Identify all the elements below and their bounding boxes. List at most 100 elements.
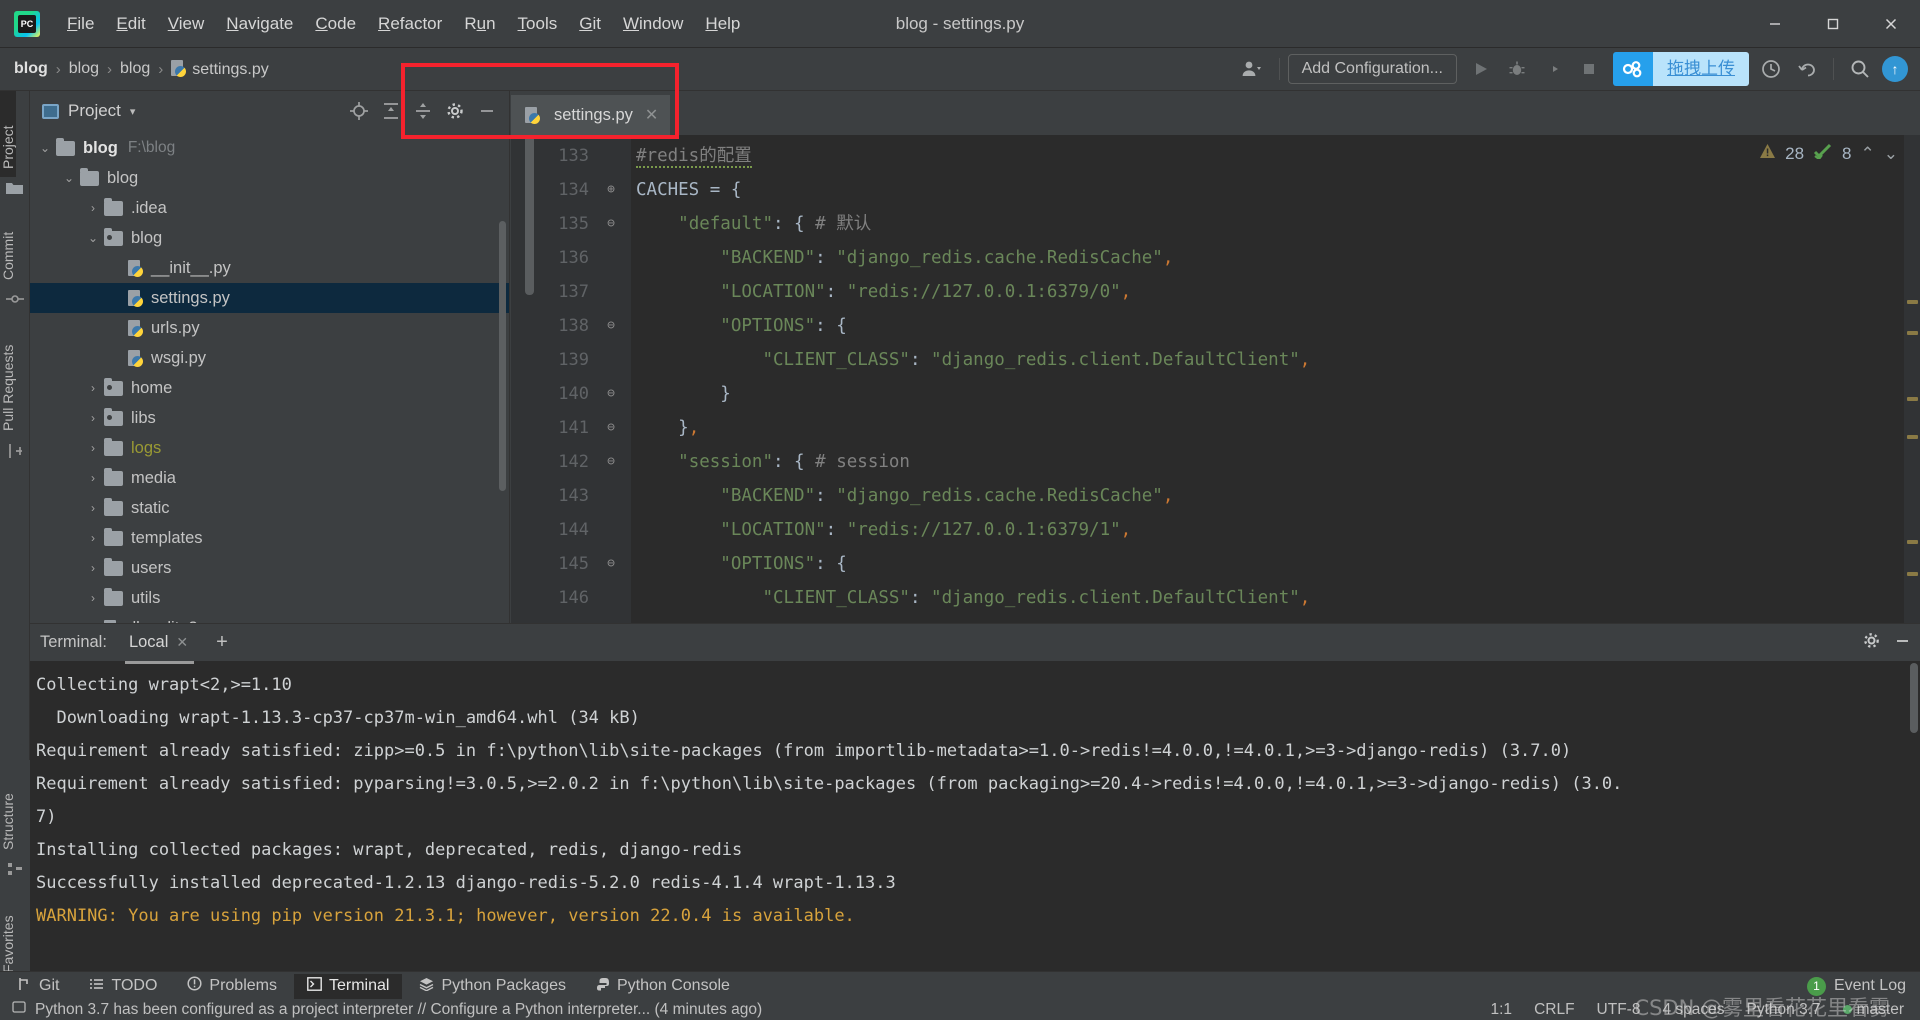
upload-widget[interactable]: 拖拽上传: [1613, 52, 1749, 86]
code-fold-icon[interactable]: ⊖: [603, 309, 619, 343]
code-line-138[interactable]: 138 ⊖ "OPTIONS": {: [511, 309, 1920, 343]
git-branch[interactable]: master: [1842, 1001, 1904, 1019]
new-terminal-tab-button[interactable]: +: [216, 631, 228, 654]
tree-node-static[interactable]: › static: [30, 493, 509, 523]
tree-expand-arrow[interactable]: ⌄: [58, 171, 80, 185]
tree-expand-arrow[interactable]: ›: [82, 531, 104, 545]
marker-warning[interactable]: [1907, 540, 1918, 544]
expand-all-icon[interactable]: [377, 97, 405, 125]
marker-warning[interactable]: [1907, 397, 1918, 401]
close-icon[interactable]: ✕: [645, 105, 658, 125]
tree-node--idea[interactable]: › .idea: [30, 193, 509, 223]
menu-item-view[interactable]: View: [157, 10, 216, 38]
tree-expand-arrow[interactable]: ›: [82, 471, 104, 485]
marker-warning[interactable]: [1907, 572, 1918, 576]
tree-expand-arrow[interactable]: ›: [82, 381, 104, 395]
breadcrumb-item-2[interactable]: blog: [120, 60, 150, 78]
tree-expand-arrow[interactable]: ›: [82, 561, 104, 575]
tree-node-wsgi-py[interactable]: wsgi.py: [30, 343, 509, 373]
code-line-145[interactable]: 145 ⊖ "OPTIONS": {: [511, 547, 1920, 581]
tree-expand-arrow[interactable]: ›: [82, 441, 104, 455]
code-line-135[interactable]: 135 ⊖ "default": { # 默认: [511, 207, 1920, 241]
file-encoding[interactable]: UTF-8: [1597, 1001, 1641, 1019]
editor-tab-settings-py[interactable]: settings.py ✕: [511, 95, 671, 139]
editor-marker-rail[interactable]: [1904, 135, 1920, 623]
breadcrumb-item-0[interactable]: blog: [14, 60, 48, 78]
run-coverage-icon[interactable]: [1536, 52, 1570, 86]
tool-window-button-todo[interactable]: TODO: [76, 974, 170, 999]
pull-request-icon[interactable]: [0, 439, 29, 466]
previous-highlight-icon[interactable]: ⌃: [1861, 144, 1875, 164]
code-line-136[interactable]: 136 "BACKEND": "django_redis.cache.Redis…: [511, 241, 1920, 275]
code-content[interactable]: 133 #redis的配置 134 ⊕ CACHES = {135 ⊖ "default"…: [511, 139, 1920, 615]
tool-window-button-terminal[interactable]: Terminal: [293, 973, 403, 999]
menu-item-help[interactable]: Help: [694, 10, 751, 38]
interpreter-setting[interactable]: Python 3.7: [1747, 1001, 1821, 1019]
menu-item-tools[interactable]: Tools: [507, 10, 569, 38]
tree-expand-arrow[interactable]: ›: [82, 501, 104, 515]
sidebar-tab-favorites[interactable]: Favorites: [0, 883, 16, 981]
tool-window-button-python-console[interactable]: Python Console: [583, 974, 743, 999]
tree-expand-arrow[interactable]: ⌄: [34, 141, 56, 155]
tree-node-utils[interactable]: › utils: [30, 583, 509, 613]
code-line-133[interactable]: 133 #redis的配置: [511, 139, 1920, 173]
collapse-all-icon[interactable]: [409, 97, 437, 125]
terminal-scrollbar[interactable]: [1910, 663, 1918, 733]
code-line-137[interactable]: 137 "LOCATION": "redis://127.0.0.1:6379/…: [511, 275, 1920, 309]
tree-node-settings-py[interactable]: settings.py: [30, 283, 509, 313]
menu-item-window[interactable]: Window: [612, 10, 694, 38]
code-line-144[interactable]: 144 "LOCATION": "redis://127.0.0.1:6379/…: [511, 513, 1920, 547]
code-line-143[interactable]: 143 "BACKEND": "django_redis.cache.Redis…: [511, 479, 1920, 513]
menu-item-navigate[interactable]: Navigate: [215, 10, 304, 38]
code-line-139[interactable]: 139 "CLIENT_CLASS": "django_redis.client…: [511, 343, 1920, 377]
indent-setting[interactable]: 4 spaces: [1662, 1001, 1724, 1019]
sidebar-tab-pull-requests[interactable]: Pull Requests: [0, 313, 16, 439]
code-fold-icon[interactable]: ⊖: [603, 445, 619, 479]
code-line-142[interactable]: 142 ⊖ "session": { # session: [511, 445, 1920, 479]
gear-icon[interactable]: [1862, 631, 1881, 655]
chevron-down-icon[interactable]: ▾: [130, 105, 136, 118]
minimize-icon[interactable]: [1893, 631, 1912, 655]
menu-item-file[interactable]: File: [56, 10, 105, 38]
menu-item-git[interactable]: Git: [568, 10, 612, 38]
code-line-140[interactable]: 140 ⊖ }: [511, 377, 1920, 411]
hide-panel-icon[interactable]: [473, 97, 501, 125]
tool-window-button-python-packages[interactable]: Python Packages: [406, 974, 579, 999]
menu-item-code[interactable]: Code: [304, 10, 367, 38]
marker-warning[interactable]: [1907, 331, 1918, 335]
tree-node-urls-py[interactable]: urls.py: [30, 313, 509, 343]
history-icon[interactable]: [1754, 52, 1788, 86]
breadcrumb-item-3[interactable]: settings.py: [171, 59, 269, 79]
event-log-label[interactable]: Event Log: [1834, 977, 1906, 995]
tree-node-media[interactable]: › media: [30, 463, 509, 493]
tree-expand-arrow[interactable]: ›: [82, 591, 104, 605]
caret-position[interactable]: 1:1: [1491, 1001, 1513, 1019]
add-configuration-button[interactable]: Add Configuration...: [1287, 54, 1457, 84]
menu-item-edit[interactable]: Edit: [105, 10, 156, 38]
tree-node-blog[interactable]: ⌄ blog F:\blog: [30, 133, 509, 163]
tree-node-libs[interactable]: › libs: [30, 403, 509, 433]
project-tree-scrollbar[interactable]: [499, 221, 506, 491]
debug-icon[interactable]: [1500, 52, 1534, 86]
editor-body[interactable]: 133 #redis的配置 134 ⊕ CACHES = {135 ⊖ "default"…: [511, 135, 1920, 623]
tree-node-logs[interactable]: › logs: [30, 433, 509, 463]
search-icon[interactable]: [1843, 52, 1877, 86]
code-fold-icon[interactable]: ⊖: [603, 547, 619, 581]
terminal-output[interactable]: Collecting wrapt<2,>=1.10 Downloading wr…: [30, 661, 1920, 933]
tree-expand-arrow[interactable]: ›: [82, 201, 104, 215]
scroll-to-top-icon[interactable]: ↑: [1882, 56, 1908, 82]
maximize-button[interactable]: [1804, 0, 1862, 48]
tree-expand-arrow[interactable]: ›: [82, 411, 104, 425]
cloud-upload-icon[interactable]: [1613, 52, 1653, 86]
marker-warning[interactable]: [1907, 435, 1918, 439]
code-line-134[interactable]: 134 ⊕ CACHES = {: [511, 173, 1920, 207]
event-log-area[interactable]: 1 Event Log: [1806, 976, 1906, 996]
status-message[interactable]: Python 3.7 has been configured as a proj…: [35, 1001, 762, 1019]
code-line-141[interactable]: 141 ⊖ },: [511, 411, 1920, 445]
breadcrumb-item-1[interactable]: blog: [69, 60, 99, 78]
tool-window-button-problems[interactable]: Problems: [174, 973, 290, 999]
tree-node-templates[interactable]: › templates: [30, 523, 509, 553]
user-profile-icon[interactable]: [1233, 52, 1271, 86]
menu-item-refactor[interactable]: Refactor: [367, 10, 453, 38]
sidebar-tab-project[interactable]: Project: [0, 91, 16, 177]
